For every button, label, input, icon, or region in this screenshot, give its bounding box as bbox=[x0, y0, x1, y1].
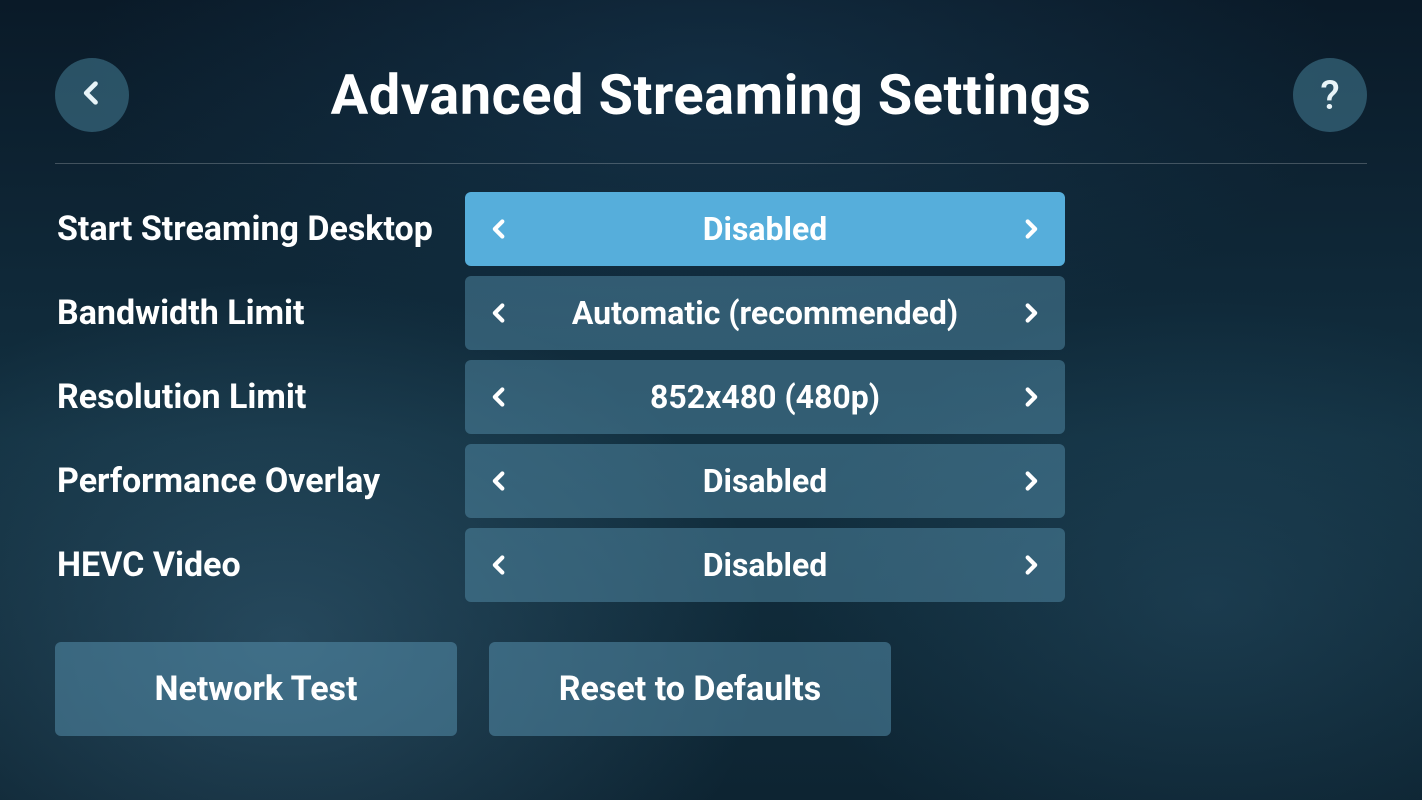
chevron-right-icon[interactable] bbox=[1015, 297, 1047, 329]
settings-list: Start Streaming Desktop Disabled Bandwid… bbox=[55, 192, 1367, 602]
setting-label: Bandwidth Limit bbox=[55, 293, 465, 333]
footer-buttons: Network Test Reset to Defaults bbox=[55, 642, 1367, 736]
setting-label: Performance Overlay bbox=[55, 461, 465, 501]
chevron-right-icon[interactable] bbox=[1015, 549, 1047, 581]
selector-resolution-limit[interactable]: 852x480 (480p) bbox=[465, 360, 1065, 434]
page-title: Advanced Streaming Settings bbox=[331, 62, 1092, 128]
selector-performance-overlay[interactable]: Disabled bbox=[465, 444, 1065, 518]
selector-start-streaming-desktop[interactable]: Disabled bbox=[465, 192, 1065, 266]
setting-row-start-streaming-desktop: Start Streaming Desktop Disabled bbox=[55, 192, 1367, 266]
setting-row-performance-overlay: Performance Overlay Disabled bbox=[55, 444, 1367, 518]
chevron-left-icon[interactable] bbox=[483, 549, 515, 581]
chevron-right-icon[interactable] bbox=[1015, 381, 1047, 413]
selector-bandwidth-limit[interactable]: Automatic (recommended) bbox=[465, 276, 1065, 350]
selector-value: Disabled bbox=[515, 210, 1015, 248]
setting-row-hevc-video: HEVC Video Disabled bbox=[55, 528, 1367, 602]
chevron-left-icon bbox=[78, 79, 106, 111]
setting-label: Resolution Limit bbox=[55, 377, 465, 417]
selector-value: 852x480 (480p) bbox=[515, 378, 1015, 416]
chevron-left-icon[interactable] bbox=[483, 381, 515, 413]
help-button[interactable]: ? bbox=[1293, 58, 1367, 132]
selector-hevc-video[interactable]: Disabled bbox=[465, 528, 1065, 602]
chevron-right-icon[interactable] bbox=[1015, 213, 1047, 245]
setting-label: HEVC Video bbox=[55, 545, 465, 585]
help-icon: ? bbox=[1320, 72, 1339, 119]
network-test-button[interactable]: Network Test bbox=[55, 642, 457, 736]
reset-to-defaults-button[interactable]: Reset to Defaults bbox=[489, 642, 891, 736]
chevron-right-icon[interactable] bbox=[1015, 465, 1047, 497]
header-divider bbox=[55, 163, 1367, 164]
setting-row-bandwidth-limit: Bandwidth Limit Automatic (recommended) bbox=[55, 276, 1367, 350]
back-button[interactable] bbox=[55, 58, 129, 132]
setting-label: Start Streaming Desktop bbox=[55, 209, 465, 249]
chevron-left-icon[interactable] bbox=[483, 465, 515, 497]
header: Advanced Streaming Settings ? bbox=[55, 55, 1367, 135]
selector-value: Disabled bbox=[515, 462, 1015, 500]
selector-value: Automatic (recommended) bbox=[515, 294, 1015, 332]
chevron-left-icon[interactable] bbox=[483, 213, 515, 245]
selector-value: Disabled bbox=[515, 546, 1015, 584]
setting-row-resolution-limit: Resolution Limit 852x480 (480p) bbox=[55, 360, 1367, 434]
chevron-left-icon[interactable] bbox=[483, 297, 515, 329]
